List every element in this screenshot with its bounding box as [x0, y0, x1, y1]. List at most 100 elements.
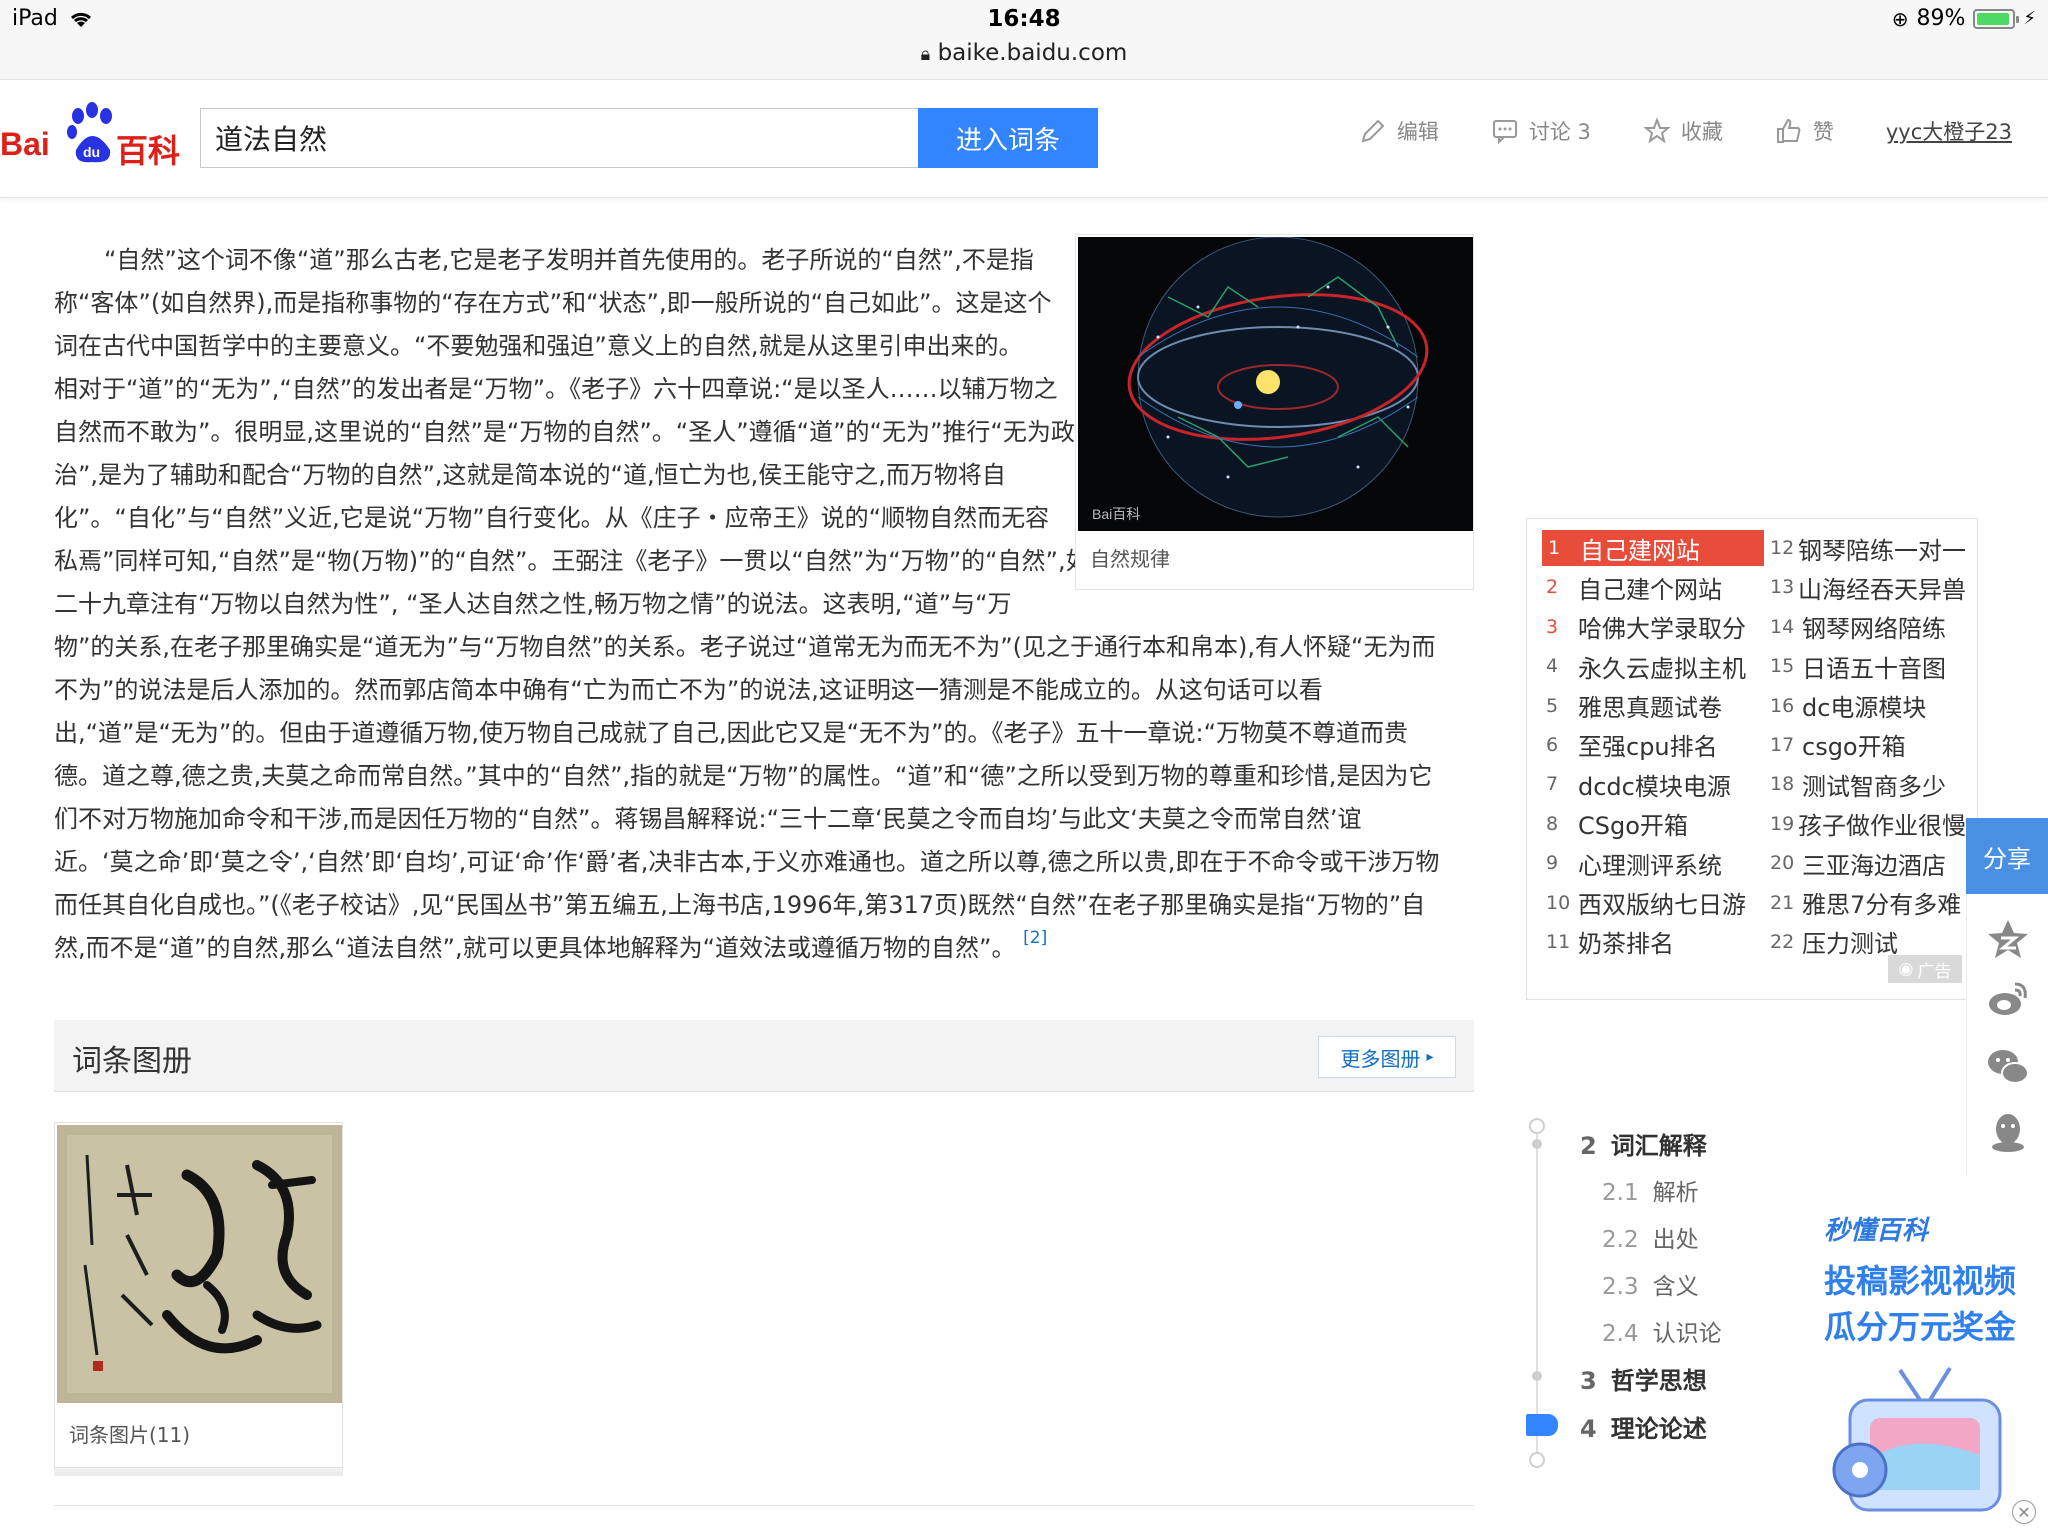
section-divider [54, 1505, 1474, 1506]
hot-list-item[interactable]: 17 csgo开箱 [1770, 727, 1966, 763]
hot-list-item[interactable]: 21 雅思7分有多难 [1770, 885, 1966, 921]
article-line: 物”的关系,在老子那里确实是“道无为”与“万物自然”的关系。老子说过“道常无为而… [54, 633, 1436, 661]
lock-icon: 🔒︎ [920, 44, 931, 65]
enter-entry-button[interactable]: 进入词条 [918, 108, 1098, 168]
hot-list-rank: 11 [1546, 930, 1571, 953]
thumbs-up-icon [1776, 118, 1801, 143]
hot-list-item[interactable]: 18 测试智商多少 [1770, 766, 1966, 802]
celestial-sphere-image: Bai百科 [1078, 237, 1473, 531]
hot-list-item[interactable]: 6 至强cpu排名 [1546, 727, 1718, 763]
hot-list-text: 永久云虚拟主机 [1578, 654, 1746, 683]
hot-list-text: 至强cpu排名 [1578, 733, 1718, 762]
article-line: 出,“道”是“无为”的。但由于道遵循万物,使万物自己成就了自己,因此它又是“无不… [54, 719, 1409, 747]
hot-list-item[interactable]: 12 钢琴陪练一对一 [1770, 530, 1966, 566]
logo-bai: Bai [0, 126, 50, 162]
qzone-share-icon[interactable] [1985, 916, 2031, 962]
hot-list-item[interactable]: 16 dc电源模块 [1770, 688, 1966, 724]
toc-item[interactable]: 3 哲学思想 [1580, 1361, 1707, 1396]
article-line: 近。‘莫之命’即‘莫之令’,‘自然’即‘自均’,可证‘命’作‘爵’者,决非古本,… [54, 848, 1440, 876]
collect-button[interactable]: 收藏 [1643, 116, 1723, 146]
toc-item[interactable]: 2.4 认识论 [1602, 1314, 1722, 1348]
hot-list-item[interactable]: 9 心理测评系统 [1546, 845, 1722, 881]
hot-list-item[interactable]: 7 dcdc模块电源 [1546, 766, 1731, 802]
baidu-baike-logo[interactable]: Bai du 百科 [0, 102, 190, 172]
like-button[interactable]: 赞 [1775, 116, 1834, 146]
user-link[interactable]: yyc大橙子23 [1886, 116, 2012, 146]
edit-label: 编辑 [1396, 120, 1439, 144]
gallery-thumbnail[interactable]: 词条图片(11) [54, 1122, 343, 1468]
article-line-text: 然,而不是“道”的自然,那么“道法自然”,就可以更具体地解释为“道效法或遵循万物… [54, 934, 1016, 962]
url-text: baike.baidu.com [937, 40, 1128, 66]
article-line: 称“客体”(如自然界),而是指称事物的“存在方式”和“状态”,即一般所说的“自己… [54, 289, 1052, 317]
edit-button[interactable]: 编辑 [1359, 116, 1439, 146]
paw-icon: du [67, 102, 112, 163]
qq-share-icon[interactable] [1985, 1109, 2031, 1155]
search-box [200, 108, 920, 168]
hot-list-item[interactable]: 4 永久云虚拟主机 [1546, 648, 1746, 684]
hot-list-text: 西双版纳七日游 [1578, 891, 1746, 919]
toc-number: 2 [1580, 1132, 1597, 1160]
more-gallery-label: 更多图册 [1340, 1046, 1421, 1071]
wechat-share-icon[interactable] [1985, 1044, 2031, 1090]
hot-list-item[interactable]: 19 孩子做作业很慢 [1770, 806, 1966, 842]
hot-list-text: 自己建个网站 [1578, 575, 1722, 604]
hot-list-rank: 12 [1770, 537, 1795, 559]
calligraphy-image [57, 1125, 342, 1403]
promo-banner[interactable]: 秒懂百科 投稿影视视频 瓜分万元奖金 ✕ [1800, 1210, 2040, 1536]
tv-illustration [1832, 1366, 2002, 1512]
hot-list-text: 日语五十音图 [1802, 654, 1946, 683]
hot-list-rank: 18 [1770, 773, 1795, 796]
hot-list-item[interactable]: 1 自己建网站 [1542, 530, 1764, 566]
toc-number: 2.4 [1602, 1321, 1639, 1347]
toc-label: 理论论述 [1610, 1415, 1707, 1443]
toc-current-marker [1526, 1414, 1558, 1436]
hot-list-item[interactable]: 13 山海经吞天异兽 [1770, 569, 1966, 605]
toc-item[interactable]: 2.2 出处 [1602, 1220, 1699, 1254]
share-button[interactable]: 分享 [1966, 818, 2048, 894]
hot-list-rank: 7 [1546, 773, 1559, 796]
toc-dot [1532, 1139, 1542, 1149]
reference-link[interactable]: [2] [1023, 928, 1047, 948]
share-rail [1966, 894, 2048, 1174]
toc-label: 含义 [1652, 1274, 1699, 1300]
toc-label: 认识论 [1652, 1321, 1722, 1347]
hot-list-item[interactable]: 10 西双版纳七日游 [1546, 885, 1746, 921]
search-input[interactable] [201, 109, 919, 167]
hot-list-rank: 16 [1770, 694, 1795, 717]
toc-item[interactable]: 2.1 解析 [1602, 1173, 1699, 1207]
hot-list-rank: 10 [1546, 891, 1571, 914]
promo-close-button[interactable]: ✕ [2012, 1500, 2036, 1524]
discuss-button[interactable]: 讨论 3 [1491, 116, 1591, 146]
thumbnail-caption: 词条图片(11) [69, 1423, 191, 1447]
hot-list-item[interactable]: 20 三亚海边酒店 [1770, 845, 1966, 881]
hot-list-item[interactable]: 8 CSgo开箱 [1546, 806, 1688, 842]
weibo-share-icon[interactable] [1985, 976, 2031, 1022]
article-line: 词在古代中国哲学中的主要意义。“不要勉强和强迫”意义上的自然,就是从这里引申出来… [54, 332, 1023, 360]
article-line: 二十九章注有“万物以自然为性”, “圣人达自然之性,畅万物之情”的说法。这表明,… [54, 590, 1012, 618]
more-gallery-button[interactable]: 更多图册 ▸ [1318, 1036, 1456, 1078]
article-line: 不为”的说法是后人添加的。然而郭店简本中确有“亡为而亡不为”的说法,这证明这一猜… [54, 676, 1323, 704]
toc-item[interactable]: 2 词汇解释 [1580, 1126, 1707, 1161]
promo-line-1: 投稿影视视频 [1824, 1262, 2017, 1300]
toc-item[interactable]: 2.3 含义 [1602, 1267, 1699, 1301]
toc-rail [1536, 1124, 1538, 1460]
hot-list-text: 三亚海边酒店 [1802, 851, 1946, 880]
toc-label: 哲学思想 [1610, 1367, 1707, 1395]
site-header: Bai du 百科 进入词条 编辑 讨论 3 收藏 赞 yy [0, 80, 2048, 198]
hot-list-text: 钢琴陪练一对一 [1798, 536, 1966, 565]
comment-icon [1492, 120, 1517, 145]
toc-number: 4 [1580, 1415, 1597, 1443]
toc-item[interactable]: 4 理论论述 [1580, 1409, 1707, 1444]
article-figure[interactable]: Bai百科 自然规律 [1075, 234, 1474, 590]
hot-list-item[interactable]: 2 自己建个网站 [1546, 569, 1722, 605]
article-line: 自然而不敢为”。很明显,这里说的“自然”是“万物的自然”。“圣人”遵循“道”的“… [54, 418, 1075, 446]
battery-percent: 89% [1916, 6, 1966, 31]
hot-list-item[interactable]: 11 奶茶排名 [1546, 924, 1674, 960]
hot-list-item[interactable]: 14 钢琴网络陪练 [1770, 609, 1966, 645]
hot-list-text: 哈佛大学录取分 [1578, 615, 1746, 644]
hot-list-item[interactable]: 3 哈佛大学录取分 [1546, 609, 1746, 645]
hot-list-item[interactable]: 5 雅思真题试卷 [1546, 688, 1722, 724]
hot-list-text: 钢琴网络陪练 [1802, 615, 1946, 644]
url-bar[interactable]: 🔒︎ baike.baidu.com [0, 40, 2048, 66]
hot-list-item[interactable]: 15 日语五十音图 [1770, 648, 1966, 684]
